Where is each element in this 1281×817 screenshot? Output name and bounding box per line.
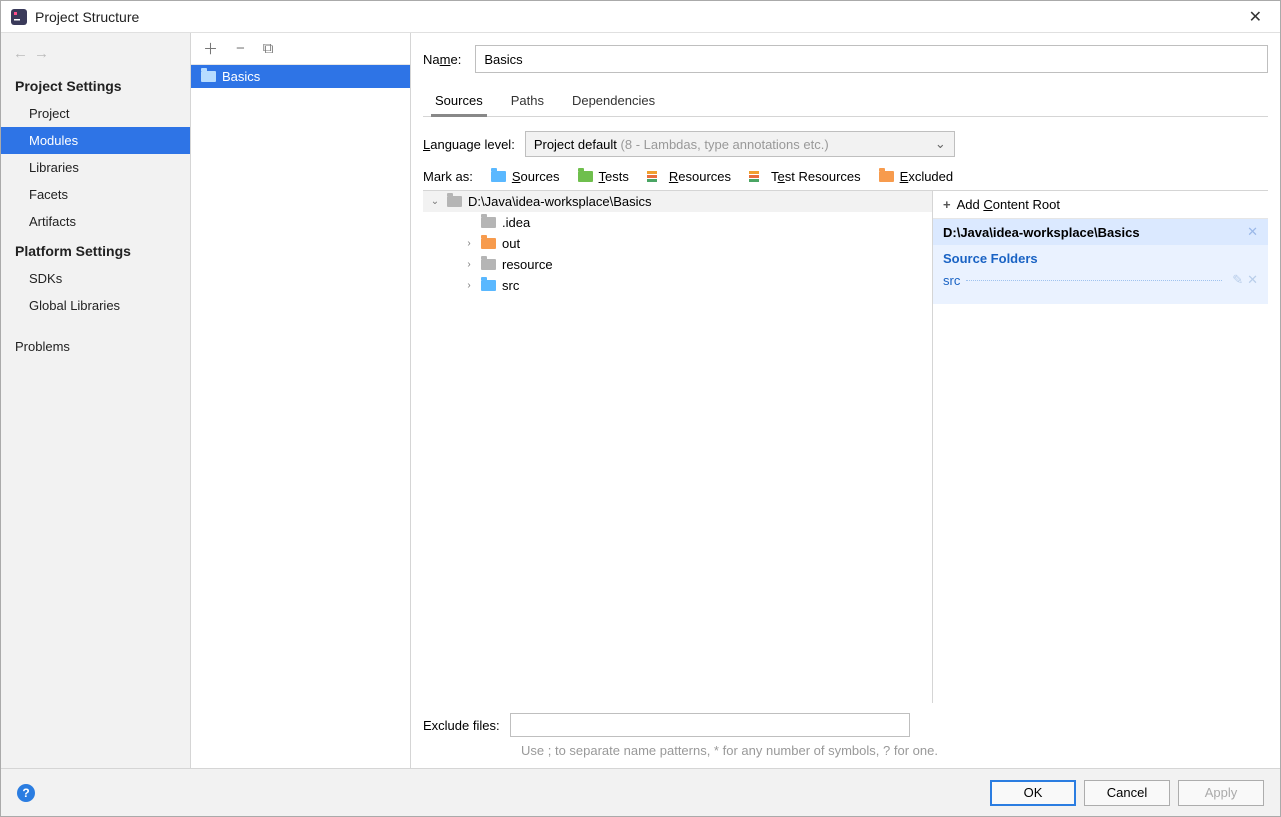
intellij-icon <box>11 9 27 25</box>
folder-icon <box>578 171 593 182</box>
ok-button[interactable]: OK <box>990 780 1076 806</box>
language-level-label: Language level: <box>423 137 515 152</box>
folder-icon <box>481 280 496 291</box>
content-root-path[interactable]: D:\Java\idea-worksplace\Basics ✕ <box>933 219 1268 245</box>
name-input[interactable] <box>475 45 1268 73</box>
tab-sources[interactable]: Sources <box>435 87 483 116</box>
mark-sources-button[interactable]: Sources <box>491 169 560 184</box>
mark-resources-button[interactable]: Resources <box>647 169 731 184</box>
expand-icon[interactable]: › <box>463 259 475 270</box>
mark-tests-button[interactable]: Tests <box>578 169 629 184</box>
folder-icon <box>201 71 216 82</box>
nav-item-libraries[interactable]: Libraries <box>1 154 190 181</box>
nav-section-platform-settings: Platform Settings <box>1 235 190 265</box>
nav-item-project[interactable]: Project <box>1 100 190 127</box>
nav-forward-icon[interactable]: → <box>34 45 49 62</box>
folder-icon <box>879 171 894 182</box>
mark-test-resources-button[interactable]: Test Resources <box>749 169 861 184</box>
remove-icon[interactable]: ✕ <box>1247 272 1258 288</box>
mark-excluded-button[interactable]: Excluded <box>879 169 953 184</box>
test-resources-icon <box>749 171 765 183</box>
nav-back-icon[interactable]: ← <box>13 45 28 62</box>
content-tree: ⌄ D:\Java\idea-worksplace\Basics .idea ›… <box>423 191 933 703</box>
tree-item[interactable]: › out <box>423 233 932 254</box>
help-icon[interactable]: ? <box>17 784 35 802</box>
chevron-down-icon: ⌄ <box>935 136 946 152</box>
nav-item-global-libraries[interactable]: Global Libraries <box>1 292 190 319</box>
module-detail: Name: Sources Paths Dependencies Languag… <box>411 33 1280 768</box>
folder-icon <box>481 238 496 249</box>
nav-item-sdks[interactable]: SDKs <box>1 265 190 292</box>
edit-icon[interactable]: ✎ <box>1232 272 1243 288</box>
remove-content-root-icon[interactable]: ✕ <box>1247 224 1258 240</box>
cancel-button[interactable]: Cancel <box>1084 780 1170 806</box>
tab-paths[interactable]: Paths <box>511 87 544 116</box>
close-icon[interactable]: ✕ <box>1241 5 1270 29</box>
folder-icon <box>481 217 496 228</box>
tab-dependencies[interactable]: Dependencies <box>572 87 655 116</box>
left-nav: ← → Project Settings Project Modules Lib… <box>1 33 191 768</box>
mark-as-label: Mark as: <box>423 169 473 184</box>
tree-root[interactable]: ⌄ D:\Java\idea-worksplace\Basics <box>423 191 932 212</box>
module-item-basics[interactable]: Basics <box>191 65 410 88</box>
exclude-files-hint: Use ; to separate name patterns, * for a… <box>521 743 1268 758</box>
nav-item-problems[interactable]: Problems <box>1 333 190 360</box>
language-level-select[interactable]: Project default (8 - Lambdas, type annot… <box>525 131 955 157</box>
expand-icon[interactable]: › <box>463 238 475 249</box>
nav-section-project-settings: Project Settings <box>1 70 190 100</box>
name-label: Name: <box>423 52 461 67</box>
expand-icon[interactable]: › <box>463 280 475 291</box>
remove-module-button[interactable]: − <box>236 40 245 57</box>
content-roots-panel: + Add Content Root D:\Java\idea-workspla… <box>933 191 1268 703</box>
add-module-button[interactable]: ＋ <box>203 38 218 59</box>
module-item-label: Basics <box>222 69 260 84</box>
exclude-files-input[interactable] <box>510 713 910 737</box>
source-folders-header: Source Folders <box>943 251 1258 266</box>
tree-item[interactable]: .idea <box>423 212 932 233</box>
exclude-files-label: Exclude files: <box>423 718 500 733</box>
plus-icon: + <box>943 197 951 212</box>
add-content-root-button[interactable]: + Add Content Root <box>933 191 1268 219</box>
copy-module-button[interactable]: ⧉ <box>263 40 274 57</box>
collapse-icon[interactable]: ⌄ <box>429 196 441 207</box>
nav-item-artifacts[interactable]: Artifacts <box>1 208 190 235</box>
resources-icon <box>647 171 663 183</box>
tree-item[interactable]: › resource <box>423 254 932 275</box>
window-title: Project Structure <box>35 9 1241 25</box>
apply-button[interactable]: Apply <box>1178 780 1264 806</box>
tree-item[interactable]: › src <box>423 275 932 296</box>
module-list-panel: ＋ − ⧉ Basics <box>191 33 411 768</box>
titlebar: Project Structure ✕ <box>1 1 1280 33</box>
nav-item-modules[interactable]: Modules <box>1 127 190 154</box>
module-tabs: Sources Paths Dependencies <box>423 87 1268 117</box>
source-folder-item[interactable]: src ✎ ✕ <box>943 270 1258 290</box>
folder-icon <box>491 171 506 182</box>
nav-item-facets[interactable]: Facets <box>1 181 190 208</box>
folder-icon <box>481 259 496 270</box>
folder-icon <box>447 196 462 207</box>
dialog-footer: ? OK Cancel Apply <box>1 768 1280 816</box>
